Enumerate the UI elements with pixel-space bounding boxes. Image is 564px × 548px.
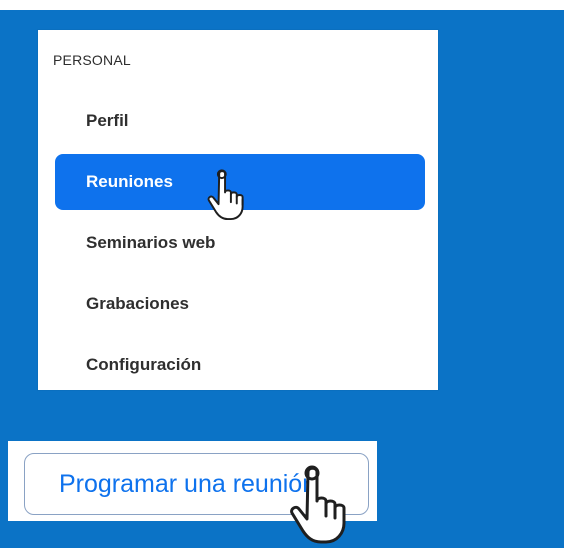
sidebar-item-label: Reuniones bbox=[86, 172, 173, 191]
schedule-meeting-label: Programar una reunión bbox=[59, 469, 317, 498]
sidebar-item-perfil[interactable]: Perfil bbox=[55, 93, 425, 149]
sidebar-item-seminarios-web[interactable]: Seminarios web bbox=[55, 215, 425, 271]
sidebar-item-configuracion[interactable]: Configuración bbox=[55, 337, 425, 393]
sidebar-item-label: Seminarios web bbox=[86, 233, 216, 252]
sidebar-item-grabaciones[interactable]: Grabaciones bbox=[55, 276, 425, 332]
sidebar-item-label: Configuración bbox=[86, 355, 202, 374]
hand-pointer-icon bbox=[207, 169, 244, 221]
hand-pointer-icon-large bbox=[290, 465, 346, 544]
sidebar-item-label: Perfil bbox=[86, 111, 129, 130]
section-title: PERSONAL bbox=[53, 52, 131, 68]
sidebar-item-label: Grabaciones bbox=[86, 294, 189, 313]
